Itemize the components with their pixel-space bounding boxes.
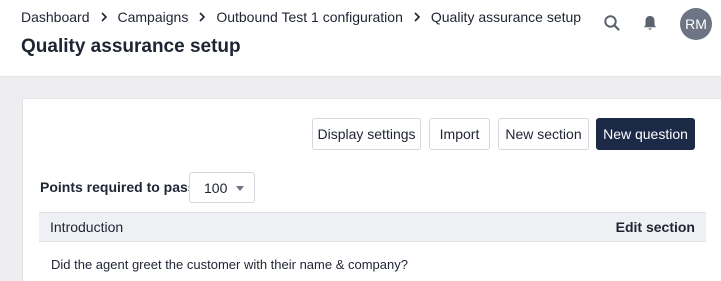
breadcrumb-current-page: Quality assurance setup	[430, 9, 582, 25]
points-required-label: Points required to pass:	[40, 179, 201, 195]
import-button[interactable]: Import	[429, 118, 490, 150]
breadcrumb-dashboard[interactable]: Dashboard	[21, 9, 90, 25]
points-required-select[interactable]: 100	[189, 172, 255, 203]
new-question-button[interactable]: New question	[596, 118, 695, 150]
breadcrumb-campaign-configuration[interactable]: Outbound Test 1 configuration	[216, 9, 403, 25]
breadcrumb-campaigns[interactable]: Campaigns	[118, 9, 189, 25]
chevron-right-icon	[403, 12, 431, 22]
section-header: Introduction Edit section	[39, 212, 706, 242]
section-title: Introduction	[50, 219, 124, 235]
question-item[interactable]: Did the agent greet the customer with th…	[51, 257, 408, 272]
new-section-button[interactable]: New section	[498, 118, 589, 150]
caret-down-icon	[236, 186, 244, 191]
qa-setup-card: Display settings Import New section New …	[22, 98, 721, 281]
display-settings-button[interactable]: Display settings	[312, 118, 421, 150]
search-icon[interactable]	[601, 12, 623, 34]
top-bar: Dashboard Campaigns Outbound Test 1 conf…	[0, 0, 721, 77]
chevron-right-icon	[90, 12, 118, 22]
avatar[interactable]: RM	[680, 8, 712, 40]
page-title: Quality assurance setup	[21, 36, 241, 57]
edit-section-link[interactable]: Edit section	[616, 219, 695, 235]
points-required-value: 100	[204, 179, 228, 196]
breadcrumb: Dashboard Campaigns Outbound Test 1 conf…	[21, 8, 581, 26]
bell-icon[interactable]	[639, 12, 661, 34]
chevron-right-icon	[188, 12, 216, 22]
